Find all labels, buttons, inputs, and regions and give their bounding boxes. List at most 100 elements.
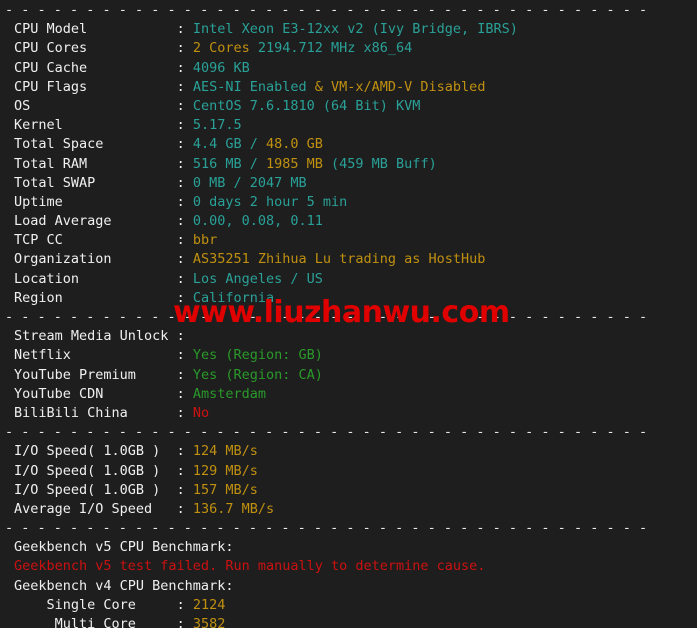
row-label: YouTube Premium	[14, 366, 177, 383]
row-colon: :	[176, 270, 193, 287]
row-value: Intel Xeon E3-12xx v2 (Ivy Bridge, IBRS)	[192, 21, 518, 38]
system-row: Location : Los Angeles / US	[0, 270, 647, 289]
row-value: 2 Cores	[192, 40, 250, 57]
row-value: 516 MB	[192, 155, 242, 172]
geekbench-v4-heading: Geekbench v4 CPU Benchmark:	[0, 577, 647, 596]
row-colon: :	[176, 193, 193, 210]
row-value: No	[192, 404, 210, 421]
row-colon: :	[176, 251, 193, 268]
row-value: 0 days 2 hour 5 min	[192, 193, 348, 210]
row-colon: :	[176, 40, 193, 57]
row-label: I/O Speed( 1.0GB )	[14, 443, 177, 460]
row-label: YouTube CDN	[14, 385, 177, 402]
system-row: CPU Cores : 2 Cores 2194.712 MHz x86_64	[0, 39, 647, 58]
row-label: CPU Cache	[14, 59, 177, 76]
row-label: Organization	[14, 251, 177, 268]
io-speed-row: I/O Speed( 1.0GB ) : 157 MB/s	[0, 481, 647, 500]
row-value: AS35251 Zhihua Lu trading as HostHub	[192, 251, 486, 268]
row-value: Yes (Region: CA)	[192, 366, 323, 383]
row-label: CPU Model	[14, 21, 177, 38]
geekbench-v5-heading: Geekbench v5 CPU Benchmark:	[0, 538, 647, 557]
row-value: /	[241, 155, 266, 172]
row-value: 0 MB	[192, 174, 226, 191]
row-colon: :	[176, 347, 193, 364]
row-value: 5.17.5	[192, 117, 242, 134]
row-colon: :	[176, 155, 193, 172]
io-speed-row: I/O Speed( 1.0GB ) : 129 MB/s	[0, 462, 647, 481]
row-colon: :	[176, 78, 193, 95]
row-value: 2194.712 MHz x86_64	[249, 40, 413, 57]
system-row: Load Average : 0.00, 0.08, 0.11	[0, 212, 647, 231]
terminal-screen: - - - - - - - - - - - - - - - - - - - - …	[0, 0, 697, 628]
row-value: 3582	[192, 616, 226, 628]
row-label: Total SWAP	[14, 174, 177, 191]
row-label: Kernel	[14, 117, 177, 134]
system-row: CPU Flags : AES-NI Enabled & VM-x/AMD-V …	[0, 78, 647, 97]
row-label: BiliBili China	[14, 404, 177, 421]
geekbench-score-row: Multi Core : 3582	[0, 615, 647, 628]
row-colon: :	[176, 404, 193, 421]
row-label: CPU Cores	[14, 40, 177, 57]
row-value: 1985 MB	[266, 155, 323, 172]
row-colon: :	[176, 136, 193, 153]
row-label: Region	[14, 289, 177, 306]
stream-media-heading: Stream Media Unlock :	[0, 327, 647, 346]
geekbench-score-row: Single Core : 2124	[0, 596, 647, 615]
row-label: CPU Flags	[14, 78, 177, 95]
row-value: 129 MB/s	[192, 462, 258, 479]
io-speed-row: I/O Speed( 1.0GB ) : 124 MB/s	[0, 442, 647, 461]
row-label: Single Core	[14, 596, 177, 613]
row-value: 136.7 MB/s	[192, 500, 275, 517]
row-label: Netflix	[14, 347, 177, 364]
row-label: Location	[14, 270, 177, 287]
row-colon: :	[176, 616, 193, 628]
row-value: 0.00, 0.08, 0.11	[192, 213, 323, 230]
system-row: Uptime : 0 days 2 hour 5 min	[0, 193, 647, 212]
row-colon: :	[176, 443, 193, 460]
row-label: Total RAM	[14, 155, 177, 172]
row-value: (459 MB Buff)	[322, 155, 437, 172]
row-label: I/O Speed( 1.0GB )	[14, 481, 177, 498]
system-row: OS : CentOS 7.6.1810 (64 Bit) KVM	[0, 97, 647, 116]
geekbench-v4-heading-text: Geekbench v4 CPU Benchmark:	[14, 577, 234, 594]
geekbench-v5-error: Geekbench v5 test failed. Run manually t…	[0, 557, 647, 576]
row-value: 48.0 GB	[266, 136, 323, 153]
row-value: 2124	[192, 596, 226, 613]
io-speed-row: Average I/O Speed : 136.7 MB/s	[0, 500, 647, 519]
row-colon: :	[176, 232, 193, 249]
stream-media-row: YouTube Premium : Yes (Region: CA)	[0, 366, 647, 385]
row-value: Los Angeles / US	[192, 270, 323, 287]
watermark-liuzhanwu: www.liuzhanwu.com	[173, 295, 510, 330]
row-value: bbr	[192, 232, 218, 249]
row-colon: :	[176, 59, 193, 76]
separator-geekbench: - - - - - - - - - - - - - - - - - - - - …	[5, 520, 648, 537]
row-value: Yes (Region: GB)	[192, 347, 323, 364]
row-colon: :	[176, 462, 193, 479]
row-value: /	[241, 136, 266, 153]
row-value: AES-NI Enabled	[192, 78, 307, 95]
row-colon: :	[176, 174, 193, 191]
system-row: TCP CC : bbr	[0, 231, 647, 250]
row-label: Load Average	[14, 213, 177, 230]
row-colon: :	[176, 328, 193, 345]
row-colon: :	[176, 213, 193, 230]
system-row: Total SWAP : 0 MB / 2047 MB	[0, 174, 647, 193]
row-label: Average I/O Speed	[14, 500, 177, 517]
row-value: CentOS 7.6.1810 (64 Bit) KVM	[192, 97, 421, 114]
stream-media-row: BiliBili China : No	[0, 404, 647, 423]
row-label: Stream Media Unlock	[14, 328, 177, 345]
system-row: Total RAM : 516 MB / 1985 MB (459 MB Buf…	[0, 155, 647, 174]
row-colon: :	[176, 97, 193, 114]
row-value: &	[306, 78, 332, 95]
row-label: I/O Speed( 1.0GB )	[14, 462, 177, 479]
row-label: Uptime	[14, 193, 177, 210]
row-value: VM-x/AMD-V Disabled	[331, 78, 486, 95]
row-value: 4096 KB	[192, 59, 250, 76]
row-colon: :	[176, 366, 193, 383]
stream-media-row: YouTube CDN : Amsterdam	[0, 385, 647, 404]
row-label: Total Space	[14, 136, 177, 153]
row-colon: :	[176, 500, 193, 517]
row-colon: :	[176, 21, 193, 38]
row-value: / 2047 MB	[225, 174, 307, 191]
geekbench-v5-heading-text: Geekbench v5 CPU Benchmark:	[14, 539, 234, 556]
